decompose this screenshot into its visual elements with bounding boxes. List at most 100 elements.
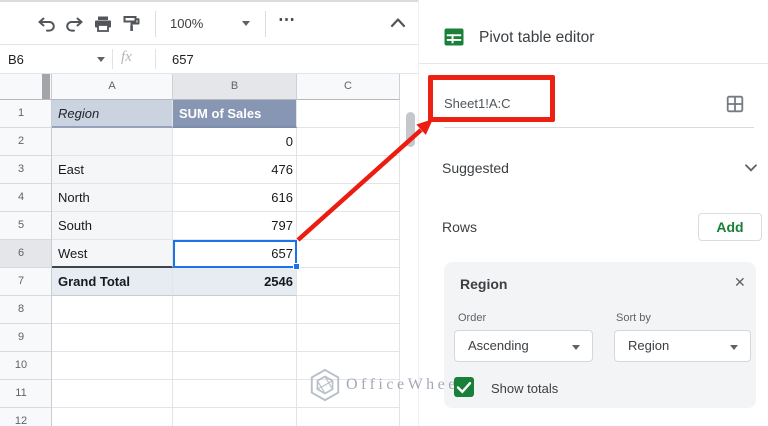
chevron-down-icon[interactable] [745, 164, 757, 172]
close-icon[interactable]: ✕ [734, 274, 746, 291]
row-header-5[interactable]: 5 [0, 212, 52, 240]
cell-B8[interactable] [173, 296, 297, 324]
table-row: 8 [0, 296, 418, 324]
cell-A5[interactable]: South [52, 212, 173, 240]
formula-bar-divider [155, 49, 156, 69]
table-row: 4 North 616 [0, 184, 418, 212]
cell-B1[interactable]: SUM of Sales [173, 100, 297, 128]
range-input[interactable]: Sheet1!A:C [444, 96, 511, 111]
formula-input[interactable]: 657 [172, 52, 194, 67]
cell-B5[interactable]: 797 [173, 212, 297, 240]
cell-A7[interactable]: Grand Total [52, 268, 173, 296]
show-totals-label: Show totals [491, 381, 559, 396]
fill-handle[interactable] [293, 263, 300, 270]
row-header-6[interactable]: 6 [0, 240, 52, 268]
collapse-toolbar-icon[interactable] [388, 14, 408, 32]
cell-C12[interactable] [297, 408, 400, 426]
formula-bar: B6 fx 657 [0, 45, 418, 74]
undo-icon[interactable] [37, 14, 57, 34]
cell-C2[interactable] [297, 128, 400, 156]
cell-A12[interactable] [52, 408, 173, 426]
row-header-11[interactable]: 11 [0, 380, 52, 408]
row-header-8[interactable]: 8 [0, 296, 52, 324]
row-header-12[interactable]: 12 [0, 408, 52, 426]
row-header-1[interactable]: 1 [0, 100, 52, 128]
add-rows-button[interactable]: Add [698, 213, 762, 241]
select-all-corner[interactable] [0, 74, 52, 100]
table-row: 3 East 476 [0, 156, 418, 184]
order-label: Order [458, 312, 487, 324]
cell-A8[interactable] [52, 296, 173, 324]
cell-C1[interactable] [297, 100, 400, 128]
select-range-icon[interactable] [725, 94, 745, 114]
cell-B6-selected[interactable]: 657 [173, 240, 297, 268]
name-box-caret-icon[interactable] [97, 57, 105, 62]
row-header-7[interactable]: 7 [0, 268, 52, 296]
toolbar: 100% ⋯ [0, 2, 418, 45]
order-dropdown-value: Ascending [468, 338, 529, 353]
toolbar-divider [265, 11, 266, 37]
cell-C10[interactable] [297, 352, 400, 380]
sort-by-dropdown-value: Region [628, 338, 670, 353]
field-card-title: Region [460, 276, 508, 292]
name-box[interactable]: B6 [8, 52, 24, 67]
checkmark-icon [456, 382, 472, 394]
paint-format-icon[interactable] [122, 14, 142, 34]
more-options-icon[interactable]: ⋯ [278, 10, 296, 30]
cell-A1[interactable]: Region [52, 100, 173, 128]
fx-icon: fx [121, 49, 132, 65]
cell-C7[interactable] [297, 268, 400, 296]
row-header-9[interactable]: 9 [0, 324, 52, 352]
sort-by-dropdown[interactable]: Region [614, 330, 751, 362]
cell-grid: A B C 1 Region SUM of Sales 2 0 3 East 4… [0, 74, 418, 426]
sort-by-label: Sort by [616, 312, 651, 324]
cell-A2[interactable] [52, 128, 173, 156]
order-dropdown[interactable]: Ascending [454, 330, 593, 362]
cell-B12[interactable] [173, 408, 297, 426]
redo-icon[interactable] [64, 14, 84, 34]
cell-B2[interactable]: 0 [173, 128, 297, 156]
panel-title: Pivot table editor [479, 29, 595, 46]
dropdown-caret-icon [572, 345, 580, 350]
row-header-10[interactable]: 10 [0, 352, 52, 380]
panel-divider [419, 63, 768, 64]
cell-A10[interactable] [52, 352, 173, 380]
column-header-B[interactable]: B [173, 74, 297, 100]
column-header-C[interactable]: C [297, 74, 400, 100]
row-header-2[interactable]: 2 [0, 128, 52, 156]
cell-B10[interactable] [173, 352, 297, 380]
cell-B4[interactable]: 616 [173, 184, 297, 212]
show-totals-checkbox[interactable] [454, 377, 474, 397]
cell-B9[interactable] [173, 324, 297, 352]
row-header-4[interactable]: 4 [0, 184, 52, 212]
cell-C11[interactable] [297, 380, 400, 408]
cell-C3[interactable] [297, 156, 400, 184]
pivot-table-icon [444, 28, 464, 46]
cell-A11[interactable] [52, 380, 173, 408]
suggested-section-label[interactable]: Suggested [442, 160, 509, 176]
table-row: 12 [0, 408, 418, 426]
cell-B3[interactable]: 476 [173, 156, 297, 184]
cell-A3[interactable]: East [52, 156, 173, 184]
cell-A4[interactable]: North [52, 184, 173, 212]
column-header-A[interactable]: A [52, 74, 173, 100]
cell-B11[interactable] [173, 380, 297, 408]
toolbar-divider [155, 11, 156, 37]
print-icon[interactable] [93, 14, 113, 34]
vertical-scrollbar[interactable] [406, 112, 415, 147]
table-row: 9 [0, 324, 418, 352]
cell-C5[interactable] [297, 212, 400, 240]
zoom-caret-icon[interactable] [242, 21, 250, 26]
cell-C6[interactable] [297, 240, 400, 268]
cell-C8[interactable] [297, 296, 400, 324]
row-header-3[interactable]: 3 [0, 156, 52, 184]
zoom-level[interactable]: 100% [170, 16, 203, 31]
table-row: 10 [0, 352, 418, 380]
cell-B7[interactable]: 2546 [173, 268, 297, 296]
cell-A6[interactable]: West [52, 240, 173, 268]
cell-A9[interactable] [52, 324, 173, 352]
cell-C9[interactable] [297, 324, 400, 352]
spreadsheet-area: 100% ⋯ B6 fx 657 A B C 1 Region SUM of S… [0, 0, 418, 426]
rows-section-label: Rows [442, 219, 478, 235]
cell-C4[interactable] [297, 184, 400, 212]
